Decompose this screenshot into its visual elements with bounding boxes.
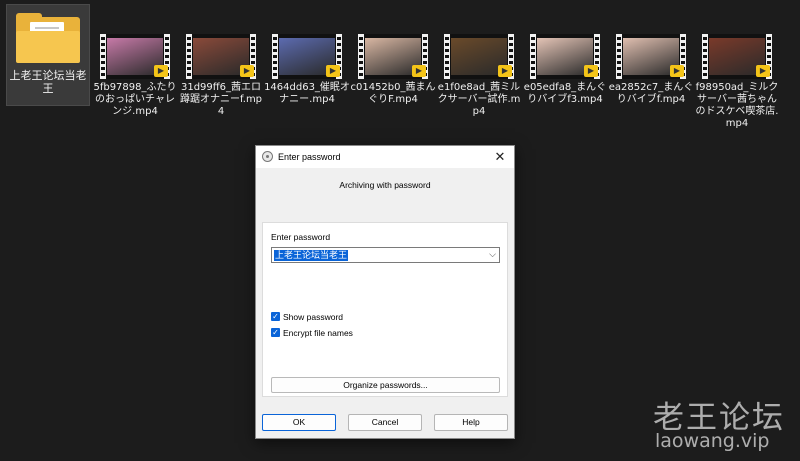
video-file-item[interactable]: ▶ e1f0e8ad_茜ミルクサーバー試作.mp4 <box>436 4 522 118</box>
player-badge-icon: ▶ <box>412 65 426 77</box>
file-name-label: 31d99ff6_茜エロ蹲踞オナニーf.mp4 <box>179 82 263 117</box>
video-file-item[interactable]: ▶ 1464dd63_催眠オナニー.mp4 <box>264 4 350 106</box>
show-password-label: Show password <box>283 311 344 322</box>
password-label: Enter password <box>271 232 331 242</box>
file-name-label: 5fb97898_ふたりのおっぱいチャレンジ.mp4 <box>93 82 177 117</box>
video-thumbnail: ▶ <box>272 34 342 79</box>
file-name-label: c01452b0_茜まんぐりF.mp4 <box>350 82 436 105</box>
desktop-icons: 上老王论坛当老王 ▶ 5fb97898_ふたりのおっぱいチャレンジ.mp4 ▶ 31d… <box>0 0 800 140</box>
video-file-item[interactable]: ▶ ea2852c7_まんぐりバイブf.mp4 <box>608 4 694 106</box>
folder-label: 上老王论坛当老王 <box>9 69 87 95</box>
video-file-item[interactable]: ▶ e05edfa8_まんぐりバイブf3.mp4 <box>522 4 608 106</box>
video-file-item[interactable]: ▶ 5fb97898_ふたりのおっぱいチャレンジ.mp4 <box>92 4 178 118</box>
video-thumbnail: ▶ <box>444 34 514 79</box>
player-badge-icon: ▶ <box>154 65 168 77</box>
player-badge-icon: ▶ <box>670 65 684 77</box>
video-thumbnail: ▶ <box>616 34 686 79</box>
file-name-label: ea2852c7_まんぐりバイブf.mp4 <box>608 82 694 105</box>
help-button[interactable]: Help <box>434 414 508 431</box>
dialog-titlebar[interactable]: Enter password ✕ <box>256 146 514 168</box>
chevron-down-icon[interactable]: ⌵ <box>489 249 496 260</box>
watermark-url: laowang.vip <box>655 430 770 452</box>
file-name-label: e05edfa8_まんぐりバイブf3.mp4 <box>523 82 607 105</box>
video-file-item[interactable]: ▶ c01452b0_茜まんぐりF.mp4 <box>350 4 436 106</box>
enter-password-dialog: Enter password ✕ Archiving with password… <box>255 145 515 439</box>
player-badge-icon: ▶ <box>240 65 254 77</box>
player-badge-icon: ▶ <box>584 65 598 77</box>
folder-icon <box>16 13 80 63</box>
show-password-checkbox[interactable]: ✓ Show password <box>271 311 343 322</box>
show-password-check-icon[interactable]: ✓ <box>271 312 280 322</box>
video-thumbnail: ▶ <box>358 34 428 79</box>
encrypt-names-check-icon[interactable]: ✓ <box>271 328 280 338</box>
encrypt-file-names-checkbox[interactable]: ✓ Encrypt file names <box>271 327 353 338</box>
player-badge-icon: ▶ <box>498 65 512 77</box>
encrypt-names-label: Encrypt file names <box>283 327 353 338</box>
video-thumbnail: ▶ <box>702 34 772 79</box>
dialog-heading: Archiving with password <box>339 180 431 190</box>
password-value: 上老王论坛当老王 <box>274 250 349 261</box>
video-thumbnail: ▶ <box>186 34 256 79</box>
password-input[interactable]: 上老王论坛当老王 ⌵ <box>271 247 500 263</box>
cancel-button[interactable]: Cancel <box>348 414 422 431</box>
close-button[interactable]: ✕ <box>492 149 508 165</box>
folder-item[interactable]: 上老王论坛当老王 <box>6 4 90 106</box>
file-name-label: f98950ad_ミルクサーバー茜ちゃんのドスケベ喫茶店.mp4 <box>695 82 779 129</box>
app-icon <box>262 151 273 162</box>
video-thumbnail: ▶ <box>100 34 170 79</box>
file-name-label: 1464dd63_催眠オナニー.mp4 <box>264 82 350 105</box>
video-thumbnail: ▶ <box>530 34 600 79</box>
organize-passwords-button[interactable]: Organize passwords... <box>271 377 500 393</box>
file-name-label: e1f0e8ad_茜ミルクサーバー試作.mp4 <box>437 82 521 117</box>
player-badge-icon: ▶ <box>326 65 340 77</box>
dialog-title: Enter password <box>278 152 341 162</box>
password-panel: Enter password 上老王论坛当老王 ⌵ ✓ Show password… <box>262 222 508 397</box>
ok-button[interactable]: OK <box>262 414 336 431</box>
video-file-item[interactable]: ▶ f98950ad_ミルクサーバー茜ちゃんのドスケベ喫茶店.mp4 <box>694 4 780 130</box>
video-file-item[interactable]: ▶ 31d99ff6_茜エロ蹲踞オナニーf.mp4 <box>178 4 264 118</box>
player-badge-icon: ▶ <box>756 65 770 77</box>
